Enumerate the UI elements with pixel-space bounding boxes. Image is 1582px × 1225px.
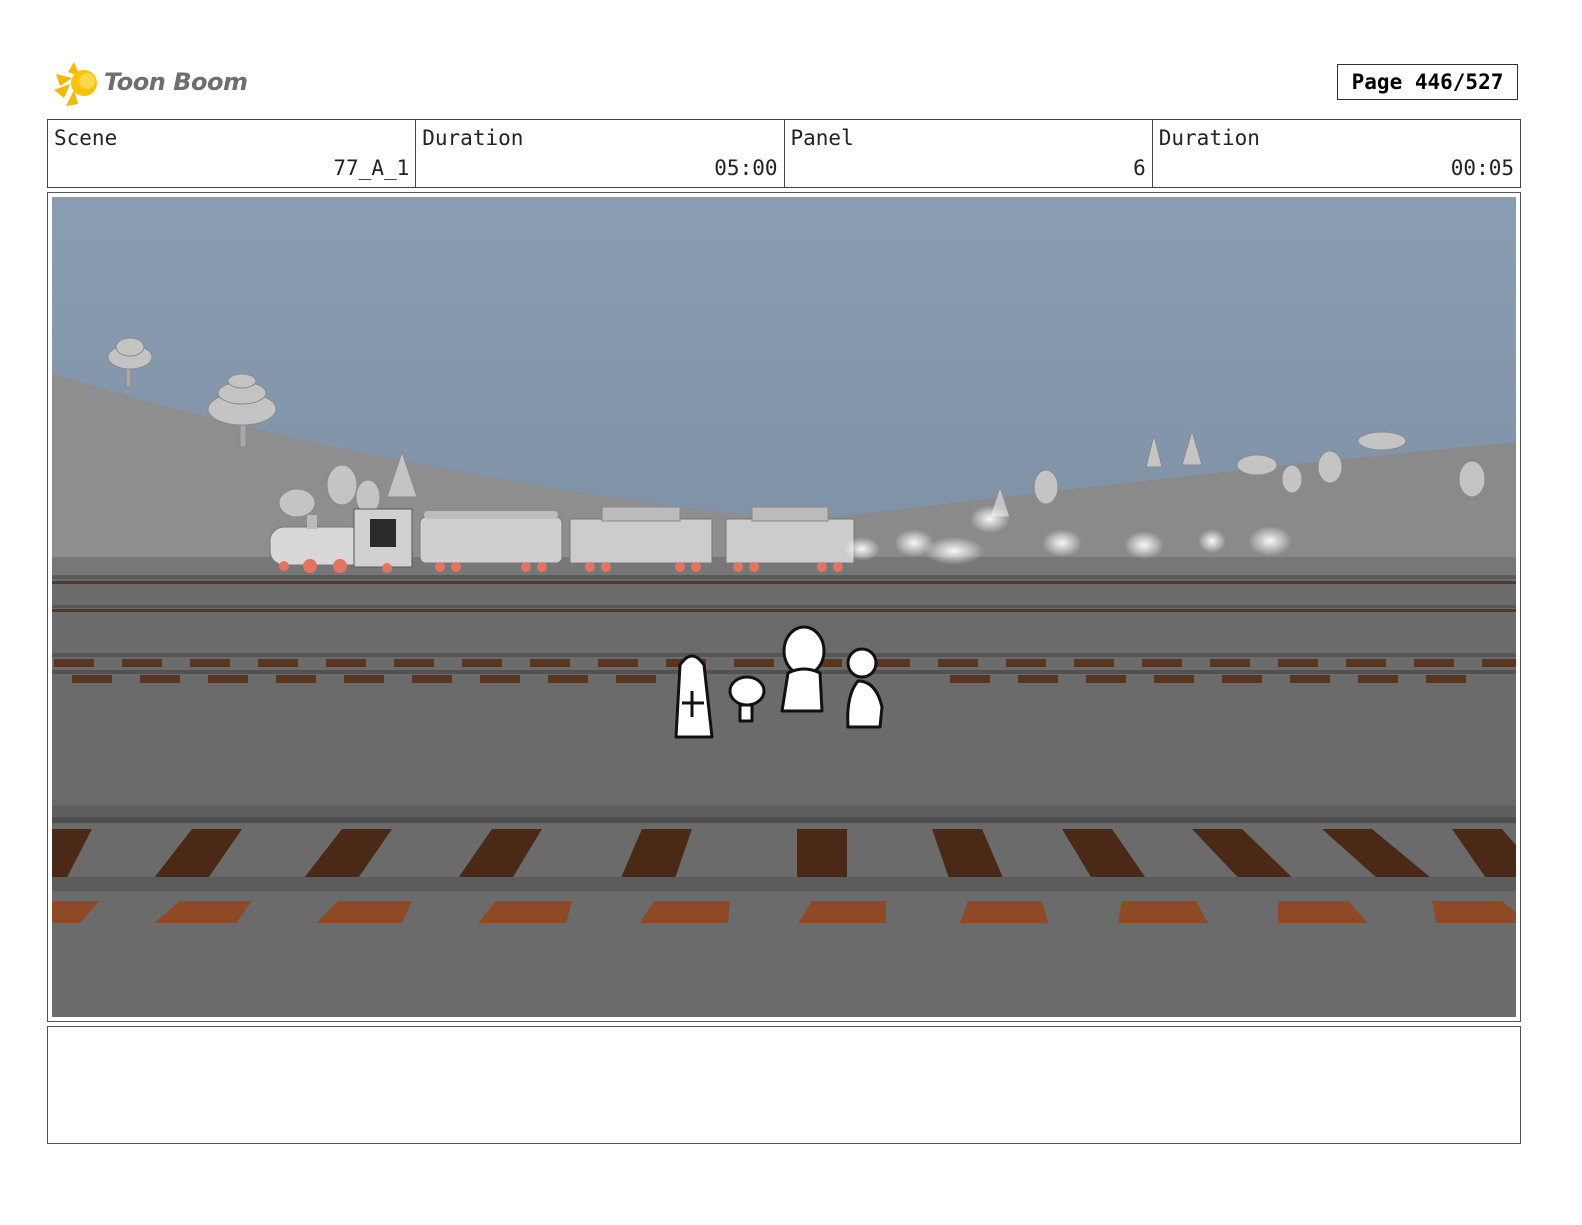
notes-box bbox=[47, 1026, 1521, 1144]
panel-header: Scene 77_A_1 Duration 05:00 Panel 6 Dura… bbox=[47, 119, 1521, 188]
scene-value: 77_A_1 bbox=[333, 156, 410, 180]
storyboard-image bbox=[52, 197, 1516, 1017]
panel-duration-cell: Duration 00:05 bbox=[1153, 120, 1520, 187]
ground bbox=[52, 557, 1516, 1017]
duration-cell: Duration 05:00 bbox=[416, 120, 785, 187]
panel-duration-label: Duration bbox=[1158, 126, 1260, 150]
starburst-icon bbox=[54, 62, 97, 106]
duration-value: 05:00 bbox=[714, 156, 778, 180]
page-indicator: Page 446/527 bbox=[1337, 64, 1518, 100]
panel-duration-value: 00:05 bbox=[1450, 156, 1514, 180]
scene-cell: Scene 77_A_1 bbox=[48, 120, 417, 187]
toon-boom-logo: Toon Boom bbox=[50, 56, 250, 110]
storyboard-frame bbox=[47, 192, 1521, 1022]
panel-value: 6 bbox=[1133, 156, 1146, 180]
panel-label: Panel bbox=[790, 126, 854, 150]
logo-text: Toon Boom bbox=[104, 68, 248, 96]
duration-label: Duration bbox=[422, 126, 524, 150]
panel-cell: Panel 6 bbox=[785, 120, 1153, 187]
scene-label: Scene bbox=[54, 126, 118, 150]
